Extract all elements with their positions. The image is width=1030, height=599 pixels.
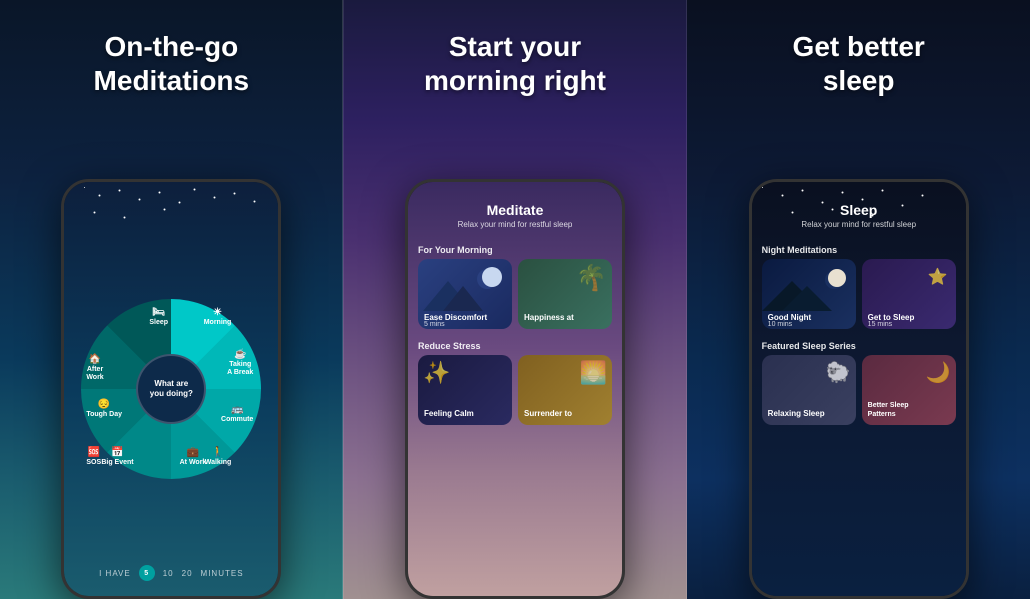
panel-sleep: Get bettersleep Sleep Relax your mind fo… xyxy=(687,0,1030,599)
panel-morning: Start yourmorning right Meditate Relax y… xyxy=(343,0,688,599)
panel-2-title: Start yourmorning right xyxy=(404,30,626,97)
minutes-10[interactable]: 10 xyxy=(163,569,174,578)
meditate-title: Meditate xyxy=(420,202,610,218)
minutes-prefix: I HAVE xyxy=(99,569,131,578)
card-get-to-sleep[interactable]: ⭐ Get to Sleep 15 mins xyxy=(862,259,956,329)
minutes-selector: I HAVE 5 10 20 MINUTES xyxy=(64,565,278,581)
night-cards: Good Night 10 mins ⭐ Get to Sleep 15 min… xyxy=(752,259,966,335)
panel-1-title: On-the-go Meditations xyxy=(74,30,270,97)
wheel-label-walking: 🚶Walking xyxy=(205,447,232,467)
sleep-title: Sleep xyxy=(764,202,954,218)
wheel-label-tough-day: 😔Tough Day xyxy=(86,399,122,419)
card-good-night-duration: 10 mins xyxy=(768,321,793,328)
card-get-to-sleep-duration: 15 mins xyxy=(868,321,893,328)
phone-mockup-3: Sleep Relax your mind for restful sleep … xyxy=(749,179,969,599)
morning-cards: Ease Discomfort 5 mins 🌴 Happiness at xyxy=(408,259,622,335)
card-feeling-calm[interactable]: ✨ Feeling Calm xyxy=(418,355,512,425)
meditate-subtitle: Relax your mind for restful sleep xyxy=(420,220,610,229)
wheel-label-sleep: 🛏Sleep xyxy=(149,307,168,327)
wheel-label-commute: 🚌Commute xyxy=(221,404,253,424)
card-relaxing-sleep[interactable]: 🐑 Relaxing Sleep xyxy=(762,355,856,425)
minutes-suffix: MINUTES xyxy=(201,569,244,578)
card-surrender[interactable]: 🌅 Surrender to xyxy=(518,355,612,425)
phone-mockup-1: What areyou doing? 🛏Sleep ☀Morning ☕Taki… xyxy=(61,179,281,599)
wheel-label-at-work: 💼At Work xyxy=(180,447,207,467)
wheel-label-sos: 🆘SOS xyxy=(86,447,101,467)
sleep-series-cards: 🐑 Relaxing Sleep 🌙 Better SleepPatterns xyxy=(752,355,966,431)
meditate-header: Meditate Relax your mind for restful sle… xyxy=(408,182,622,239)
wheel-label-morning: ☀Morning xyxy=(204,307,232,327)
panel-3-title: Get bettersleep xyxy=(773,30,945,97)
card-happiness[interactable]: 🌴 Happiness at xyxy=(518,259,612,329)
minutes-20[interactable]: 20 xyxy=(182,569,193,578)
card-relaxing-sleep-label: Relaxing Sleep xyxy=(768,409,825,419)
morning-section-label: For Your Morning xyxy=(408,239,622,259)
stress-cards: ✨ Feeling Calm 🌅 Surrender to xyxy=(408,355,622,431)
card-better-sleep-label: Better SleepPatterns xyxy=(868,402,909,419)
panel-meditations: On-the-go Meditations What areyou doing?… xyxy=(0,0,343,599)
card-ease-discomfort[interactable]: Ease Discomfort 5 mins xyxy=(418,259,512,329)
card-good-night[interactable]: Good Night 10 mins xyxy=(762,259,856,329)
card-happiness-label: Happiness at xyxy=(524,313,574,323)
sleep-header: Sleep Relax your mind for restful sleep xyxy=(752,182,966,239)
card-better-sleep[interactable]: 🌙 Better SleepPatterns xyxy=(862,355,956,425)
reduce-stress-label: Reduce Stress xyxy=(408,335,622,355)
sleep-subtitle: Relax your mind for restful sleep xyxy=(764,220,954,229)
wheel-label-big-event: 📅Big Event xyxy=(101,447,133,467)
card-surrender-label: Surrender to xyxy=(524,409,572,419)
wheel-label-taking-break: ☕TakingA Break xyxy=(227,349,253,378)
night-meditations-label: Night Meditations xyxy=(752,239,966,259)
featured-sleep-label: Featured Sleep Series xyxy=(752,335,966,355)
wheel-label-after-work: 🏠AfterWork xyxy=(86,354,103,383)
minutes-5[interactable]: 5 xyxy=(139,565,155,581)
card-ease-duration: 5 mins xyxy=(424,321,445,328)
wheel-center-text: What areyou doing? xyxy=(136,354,206,424)
card-feeling-calm-label: Feeling Calm xyxy=(424,409,474,419)
phone-mockup-2: Meditate Relax your mind for restful sle… xyxy=(405,179,625,599)
